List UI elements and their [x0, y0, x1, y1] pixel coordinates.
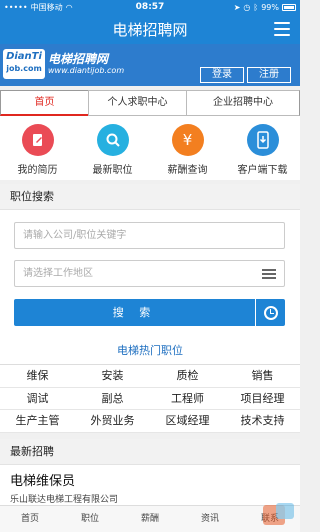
wifi-icon: ◠: [65, 2, 73, 12]
watermark-icon: [263, 503, 294, 525]
battery-icon: [282, 3, 296, 11]
quick-link-label: 薪酬查询: [167, 165, 208, 176]
hot-job-link[interactable]: 销售: [225, 365, 300, 388]
history-button[interactable]: [256, 299, 285, 326]
quick-link-latest-jobs[interactable]: 最新职位: [75, 116, 150, 180]
keyword-input[interactable]: 请输入公司/职位关键字: [14, 222, 285, 249]
tab-jobseeker-center[interactable]: 个人求职中心: [88, 90, 186, 116]
quick-link-label: 客户端下载: [237, 165, 288, 176]
brand-bar: DianTi job.com 电梯招聘网 www.diantijob.com 登…: [0, 44, 300, 86]
search-icon: [96, 124, 129, 156]
page-title: 电梯招聘网: [112, 20, 188, 39]
logo-line2: job.com: [6, 64, 42, 73]
menu-icon[interactable]: [274, 22, 290, 36]
bluetooth-icon: ᛒ: [253, 2, 259, 12]
search-panel: 请输入公司/职位关键字 请选择工作地区 搜 索: [0, 210, 300, 337]
alarm-icon: ◷: [243, 2, 251, 12]
region-select[interactable]: 请选择工作地区: [14, 260, 285, 287]
battery-label: 99%: [261, 2, 279, 12]
quick-link-salary[interactable]: ¥ 薪酬查询: [150, 116, 225, 180]
hot-job-link[interactable]: 副总: [75, 388, 150, 411]
hot-job-link[interactable]: 质检: [150, 365, 225, 388]
job-title[interactable]: 电梯维保员: [10, 465, 300, 489]
nav-jobs[interactable]: 职位: [60, 506, 120, 532]
phone-download-icon: [246, 124, 279, 156]
hot-job-link[interactable]: 安装: [75, 365, 150, 388]
tab-employer-center[interactable]: 企业招聘中心: [186, 90, 300, 116]
login-button[interactable]: 登录: [200, 67, 244, 83]
main-tabs: 首页 个人求职中心 企业招聘中心: [0, 90, 300, 116]
nav-news[interactable]: 资讯: [180, 506, 240, 532]
latest-section-title: 最新招聘: [0, 439, 300, 465]
brand-name: 电梯招聘网: [48, 52, 109, 66]
title-bar: 电梯招聘网: [0, 14, 300, 44]
hot-job-link[interactable]: 外贸业务: [75, 410, 150, 433]
quick-link-label: 我的简历: [17, 165, 58, 176]
region-placeholder: 请选择工作地区: [23, 268, 93, 279]
bottom-nav: 首页 职位 薪酬 资讯 联系: [0, 505, 300, 532]
list-icon: [262, 269, 276, 279]
quick-link-label: 最新职位: [92, 165, 133, 176]
signal-icon: •••••: [4, 2, 28, 12]
status-bar: ••••• 中国移动 ◠ 08:57 ➤ ◷ ᛒ 99%: [0, 0, 300, 14]
quick-link-download[interactable]: 客户端下载: [225, 116, 300, 180]
site-logo[interactable]: DianTi job.com: [3, 49, 45, 79]
hot-job-link[interactable]: 区域经理: [150, 410, 225, 433]
status-time: 08:57: [135, 2, 165, 12]
hot-jobs-grid: 维保 安装 质检 销售 调试 副总 工程师 项目经理 生产主管 外贸业务 区域经…: [0, 365, 300, 433]
hot-jobs-title: 电梯热门职位: [0, 337, 300, 365]
location-icon: ➤: [233, 2, 241, 12]
register-button[interactable]: 注册: [247, 67, 291, 83]
status-left: ••••• 中国移动 ◠: [4, 2, 114, 13]
hot-job-link[interactable]: 生产主管: [0, 410, 75, 433]
tab-home[interactable]: 首页: [0, 90, 88, 116]
carrier-label: 中国移动: [30, 2, 63, 12]
nav-salary[interactable]: 薪酬: [120, 506, 180, 532]
nav-home[interactable]: 首页: [0, 506, 60, 532]
search-section-title: 职位搜索: [0, 184, 300, 210]
quick-links: 我的简历 最新职位 ¥ 薪酬查询 客户端下载: [0, 116, 300, 180]
clock-icon: [263, 305, 278, 320]
brand-url: www.diantijob.com: [48, 66, 125, 75]
logo-line1: DianTi: [6, 51, 42, 62]
hot-job-link[interactable]: 维保: [0, 365, 75, 388]
latest-job-item[interactable]: 电梯维保员 乐山联达电梯工程有限公司: [0, 465, 300, 505]
search-button[interactable]: 搜 索: [14, 299, 255, 326]
hot-job-link[interactable]: 技术支持: [225, 410, 300, 433]
hot-job-link[interactable]: 工程师: [150, 388, 225, 411]
hot-job-link[interactable]: 项目经理: [225, 388, 300, 411]
job-company: 乐山联达电梯工程有限公司: [10, 495, 119, 505]
pencil-icon: [21, 124, 54, 156]
status-right: ➤ ◷ ᛒ 99%: [186, 3, 296, 12]
yuan-icon: ¥: [171, 124, 204, 156]
hot-job-link[interactable]: 调试: [0, 388, 75, 411]
quick-link-resume[interactable]: 我的简历: [0, 116, 75, 180]
